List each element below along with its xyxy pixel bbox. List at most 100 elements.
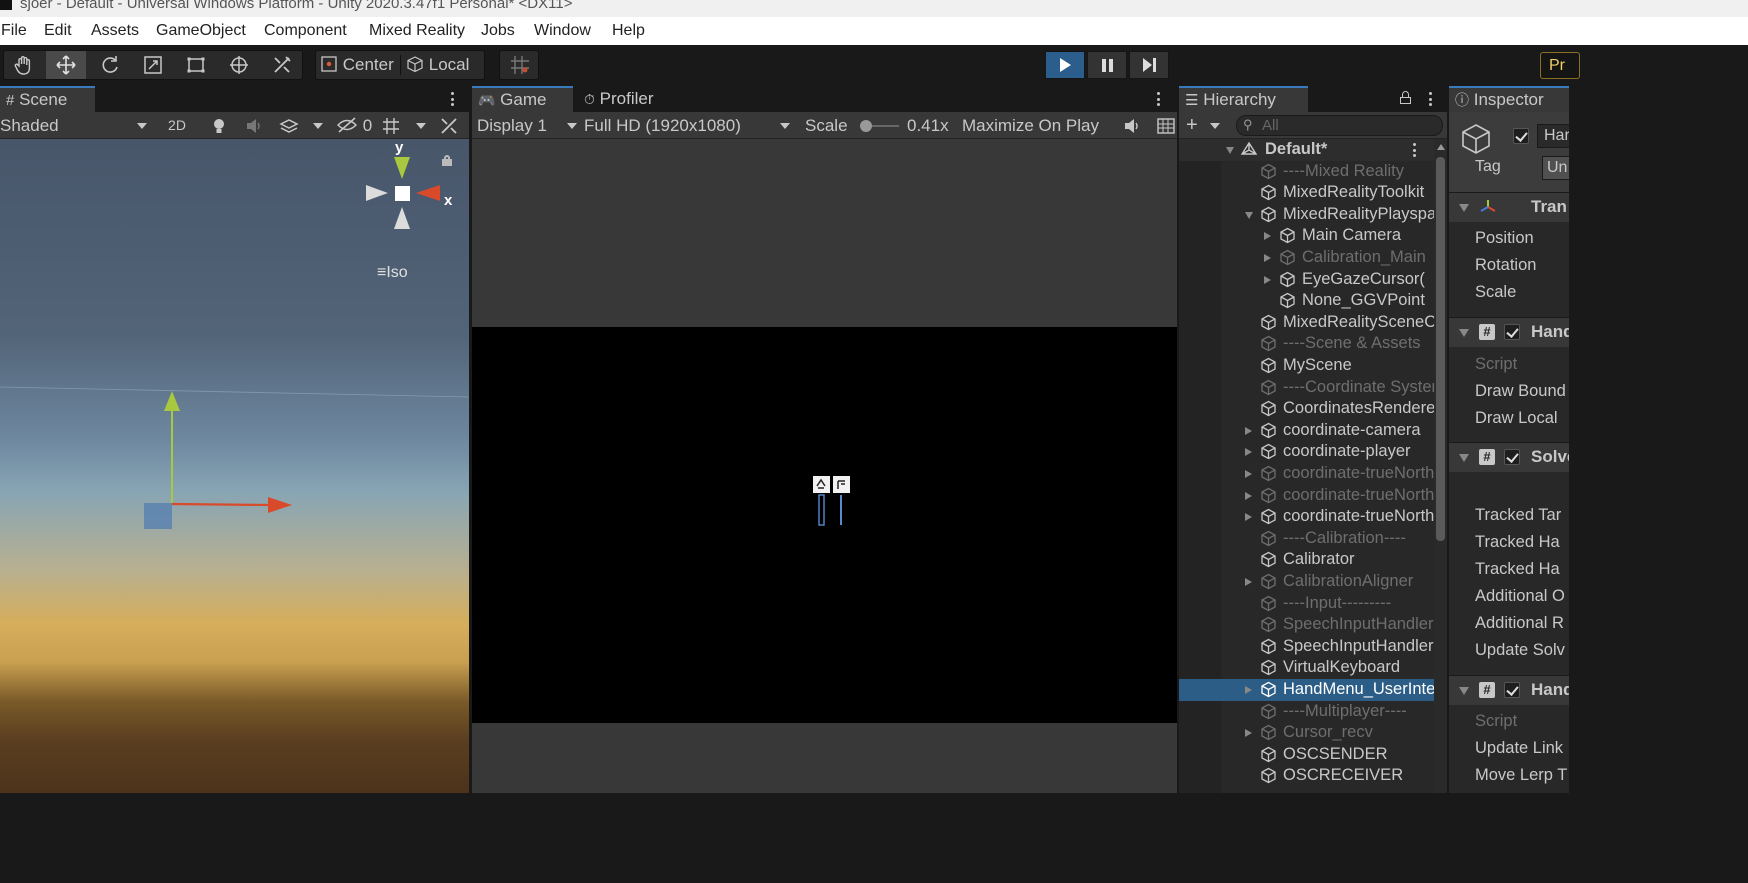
hierarchy-item[interactable]: ----Mixed Reality	[1179, 161, 1434, 183]
menu-help[interactable]: Help	[612, 22, 645, 40]
foldout-icon[interactable]	[1459, 204, 1469, 212]
transform-component-header[interactable]: Tran	[1449, 192, 1569, 222]
resolution-dropdown[interactable]: Full HD (1920x1080)	[584, 112, 792, 139]
component-enabled-checkbox[interactable]	[1504, 682, 1520, 698]
hierarchy-item[interactable]: ----Multiplayer----	[1179, 701, 1434, 723]
hierarchy-scroll-thumb[interactable]	[1436, 157, 1445, 541]
expand-arrow-icon[interactable]	[1226, 147, 1234, 154]
maximize-on-play-toggle[interactable]: Maximize On Play	[962, 112, 1099, 139]
hierarchy-item[interactable]: EyeGazeCursor(	[1179, 269, 1434, 291]
hierarchy-item[interactable]: CoordinatesRenderer	[1179, 398, 1441, 420]
menu-file[interactable]: File	[1, 22, 27, 40]
gizmo-lock-icon[interactable]	[442, 155, 452, 166]
tag-dropdown[interactable]: Un	[1542, 156, 1569, 180]
menu-gameobject[interactable]: GameObject	[156, 22, 246, 40]
game-menu-icon[interactable]	[1152, 90, 1164, 108]
expand-arrow-icon[interactable]	[1245, 513, 1252, 522]
rect-tool-button[interactable]	[176, 51, 216, 79]
scene-tools-toggle[interactable]	[439, 116, 459, 141]
menu-window[interactable]: Window	[534, 22, 591, 40]
scene-options-icon[interactable]	[1408, 141, 1420, 159]
foldout-icon[interactable]	[1459, 329, 1469, 337]
hierarchy-item[interactable]: CalibrationAligner	[1179, 571, 1434, 593]
hierarchy-item[interactable]: coordinate-camera	[1179, 420, 1434, 442]
expand-arrow-icon[interactable]	[1245, 426, 1252, 435]
toggle-2d-button[interactable]: 2D	[160, 115, 194, 136]
pivot-center-button[interactable]: Center	[320, 51, 394, 79]
hierarchy-item[interactable]: MyScene	[1179, 355, 1434, 377]
scroll-up-icon[interactable]	[1437, 144, 1445, 150]
scene-menu-icon[interactable]	[446, 90, 458, 108]
active-checkbox[interactable]	[1513, 128, 1529, 144]
grid-snap-button[interactable]	[499, 50, 539, 80]
hierarchy-item[interactable]: ----Scene & Assets	[1179, 333, 1434, 355]
mute-audio-toggle[interactable]	[1122, 116, 1142, 141]
scale-slider-handle[interactable]	[860, 120, 872, 132]
foldout-icon[interactable]	[1459, 454, 1469, 462]
object-name-field[interactable]: Har	[1537, 124, 1569, 148]
expand-arrow-icon[interactable]	[1264, 232, 1271, 241]
scale-tool-button[interactable]	[133, 51, 173, 79]
hidden-objects-toggle[interactable]: 0	[336, 116, 372, 136]
hierarchy-item[interactable]: OSCSENDER	[1179, 744, 1434, 766]
grid-chevron-icon[interactable]	[416, 123, 426, 129]
hierarchy-item[interactable]: ----Calibration----	[1179, 528, 1434, 550]
custom-tool-button[interactable]	[262, 51, 302, 79]
hierarchy-search[interactable]: ⚲ All	[1236, 115, 1443, 136]
scene-root-row[interactable]: Default*	[1179, 139, 1434, 161]
hierarchy-item[interactable]: OSCRECEIVER	[1179, 765, 1434, 787]
lighting-toggle[interactable]	[209, 116, 229, 141]
component-enabled-checkbox[interactable]	[1504, 324, 1520, 340]
effects-chevron-icon[interactable]	[313, 123, 323, 129]
hierarchy-item[interactable]: coordinate-player	[1179, 441, 1434, 463]
stats-toggle[interactable]	[1156, 117, 1176, 140]
hierarchy-item[interactable]: SpeechInputHandler	[1179, 614, 1434, 636]
hierarchy-item[interactable]: Calibrator	[1179, 549, 1434, 571]
pause-button[interactable]	[1087, 51, 1127, 79]
expand-arrow-icon[interactable]	[1245, 686, 1252, 694]
expand-arrow-icon[interactable]	[1245, 578, 1252, 586]
hierarchy-item[interactable]: MixedRealityToolkit	[1179, 182, 1434, 204]
expand-arrow-icon[interactable]	[1245, 491, 1252, 500]
add-object-button[interactable]: +	[1186, 114, 1220, 136]
component-enabled-checkbox[interactable]	[1504, 449, 1520, 465]
hierarchy-item[interactable]: Calibration_Main	[1179, 247, 1434, 269]
hierarchy-item[interactable]: Main Camera	[1179, 225, 1434, 247]
projection-toggle[interactable]: ≡Iso	[377, 264, 408, 282]
expand-arrow-icon[interactable]	[1264, 275, 1271, 284]
game-render-area[interactable]	[472, 327, 1177, 723]
pivot-local-button[interactable]: Local	[406, 51, 469, 79]
tab-scene[interactable]: # Scene	[0, 86, 95, 112]
foldout-icon[interactable]	[1459, 687, 1469, 695]
menu-jobs[interactable]: Jobs	[481, 22, 515, 40]
hierarchy-item[interactable]: SpeechInputHandler	[1179, 636, 1434, 658]
hierarchy-item[interactable]: coordinate-trueNorth	[1179, 506, 1434, 528]
hierarchy-item[interactable]: coordinate-trueNorth	[1179, 463, 1434, 485]
hierarchy-item[interactable]: Cursor_recv	[1179, 722, 1434, 744]
hand-component-header[interactable]: # Hand	[1449, 317, 1569, 347]
hierarchy-item[interactable]: ----Input---------	[1179, 593, 1434, 615]
tab-inspector[interactable]: ⓘ Inspector	[1449, 86, 1569, 112]
lock-icon[interactable]	[1400, 91, 1412, 105]
grid-toggle[interactable]	[381, 116, 403, 141]
tab-hierarchy[interactable]: ☰ Hierarchy	[1179, 86, 1308, 112]
hierarchy-menu-icon[interactable]	[1424, 90, 1436, 108]
expand-arrow-icon[interactable]	[1245, 448, 1252, 457]
move-tool-button[interactable]	[46, 51, 86, 79]
audio-toggle[interactable]	[244, 116, 264, 141]
tab-game[interactable]: 🎮 Game	[472, 86, 573, 112]
hand-tool-button[interactable]	[4, 51, 44, 79]
rotate-tool-button[interactable]	[90, 51, 130, 79]
hierarchy-item[interactable]: MixedRealityPlayspace	[1179, 204, 1447, 226]
hierarchy-item[interactable]: coordinate-trueNorth	[1179, 485, 1434, 507]
play-button[interactable]	[1045, 51, 1085, 79]
menu-mixed-reality[interactable]: Mixed Reality	[369, 22, 465, 40]
scene-viewport[interactable]: y x ≡Iso	[0, 139, 469, 793]
hierarchy-item[interactable]: None_GGVPoint	[1179, 290, 1434, 312]
hierarchy-item[interactable]: ----Coordinate System	[1179, 377, 1445, 399]
hierarchy-scrollbar[interactable]	[1434, 139, 1447, 793]
hierarchy-item[interactable]: MixedRealitySceneContent	[1179, 312, 1447, 334]
hierarchy-item[interactable]: HandMenu_UserInterface	[1179, 679, 1447, 701]
expand-arrow-icon[interactable]	[1264, 254, 1271, 262]
menu-assets[interactable]: Assets	[91, 22, 139, 40]
